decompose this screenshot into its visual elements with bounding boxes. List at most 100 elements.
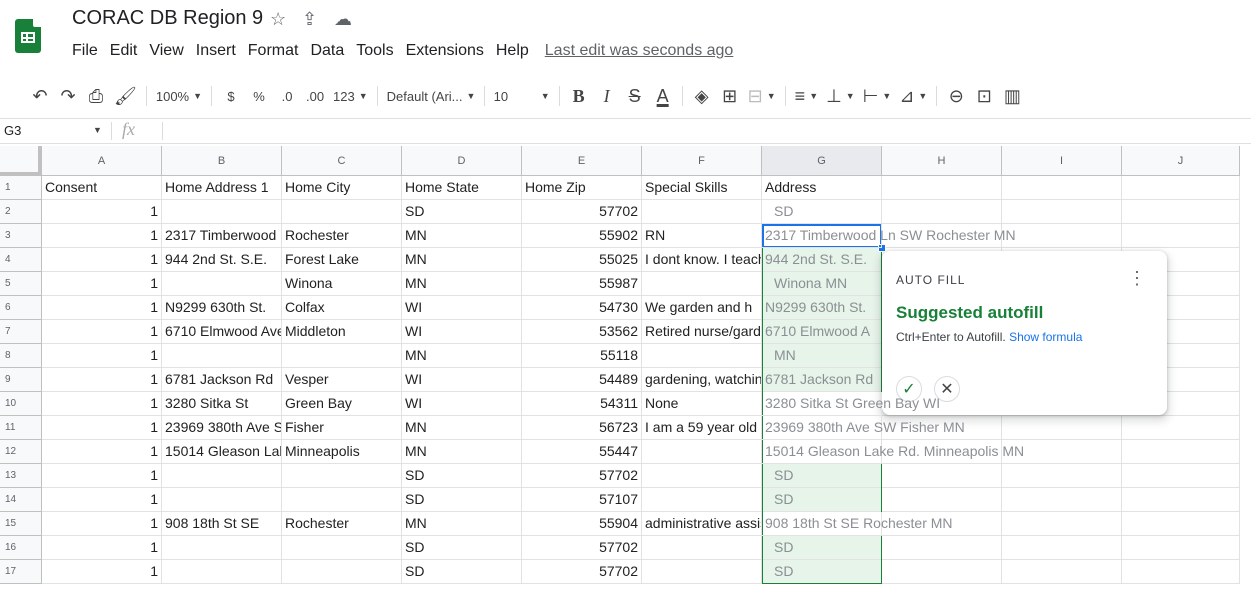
cell-d4[interactable]: MN: [402, 248, 522, 272]
cell-c1[interactable]: Home City: [282, 176, 402, 200]
cell-a4[interactable]: 1: [42, 248, 162, 272]
show-formula-link[interactable]: Show formula: [1009, 330, 1082, 344]
cell-e5[interactable]: 55987: [522, 272, 642, 296]
cell-e16[interactable]: 57702: [522, 536, 642, 560]
row-header-3[interactable]: 3: [0, 224, 42, 248]
fill-color-icon[interactable]: ◈: [688, 82, 716, 110]
cell-a9[interactable]: 1: [42, 368, 162, 392]
cell-e11[interactable]: 56723: [522, 416, 642, 440]
cell-f12[interactable]: [642, 440, 762, 464]
more-formats-select[interactable]: 123 ▼: [329, 82, 372, 110]
column-header-j[interactable]: J: [1122, 146, 1240, 176]
cell-i11[interactable]: [1002, 416, 1122, 440]
cell-b14[interactable]: [162, 488, 282, 512]
cell-c16[interactable]: [282, 536, 402, 560]
cell-b4[interactable]: 944 2nd St. S.E.: [162, 248, 282, 272]
cell-a2[interactable]: 1: [42, 200, 162, 224]
cell-i15[interactable]: [1002, 512, 1122, 536]
menu-view[interactable]: View: [143, 42, 189, 60]
cell-a17[interactable]: 1: [42, 560, 162, 584]
borders-icon[interactable]: ⊞: [716, 82, 744, 110]
cell-d15[interactable]: MN: [402, 512, 522, 536]
cell-g9[interactable]: 6781 Jackson Rd: [762, 368, 882, 392]
cell-d6[interactable]: WI: [402, 296, 522, 320]
cell-a1[interactable]: Consent: [42, 176, 162, 200]
cell-c9[interactable]: Vesper: [282, 368, 402, 392]
cell-j13[interactable]: [1122, 464, 1240, 488]
cell-g5[interactable]: Winona MN: [762, 272, 882, 296]
cell-j17[interactable]: [1122, 560, 1240, 584]
cell-e13[interactable]: 57702: [522, 464, 642, 488]
text-wrapping-icon[interactable]: ⊢ ▼: [859, 82, 896, 110]
cell-f3[interactable]: RN: [642, 224, 762, 248]
column-header-e[interactable]: E: [522, 146, 642, 176]
column-header-b[interactable]: B: [162, 146, 282, 176]
insert-link-icon[interactable]: ⊖: [942, 82, 970, 110]
cell-a5[interactable]: 1: [42, 272, 162, 296]
cell-d13[interactable]: SD: [402, 464, 522, 488]
italic-button[interactable]: I: [593, 82, 621, 110]
insert-comment-icon[interactable]: ⊡: [970, 82, 998, 110]
cell-b5[interactable]: [162, 272, 282, 296]
select-all-corner[interactable]: [0, 146, 42, 176]
increase-decimal-button[interactable]: .00: [301, 82, 329, 110]
cell-d9[interactable]: WI: [402, 368, 522, 392]
cell-a10[interactable]: 1: [42, 392, 162, 416]
cell-f13[interactable]: [642, 464, 762, 488]
cell-d17[interactable]: SD: [402, 560, 522, 584]
decrease-decimal-button[interactable]: .0: [273, 82, 301, 110]
cell-e17[interactable]: 57702: [522, 560, 642, 584]
horizontal-align-icon[interactable]: ≡ ▼: [791, 82, 822, 110]
cell-g12[interactable]: 15014 Gleason Lake Rd. Minneapolis MN: [762, 440, 1024, 464]
row-header-8[interactable]: 8: [0, 344, 42, 368]
cell-f2[interactable]: [642, 200, 762, 224]
row-header-15[interactable]: 15: [0, 512, 42, 536]
menu-insert[interactable]: Insert: [190, 42, 242, 60]
row-header-2[interactable]: 2: [0, 200, 42, 224]
cell-d14[interactable]: SD: [402, 488, 522, 512]
paint-format-icon[interactable]: 🖌: [110, 82, 141, 110]
cell-e7[interactable]: 53562: [522, 320, 642, 344]
cell-b9[interactable]: 6781 Jackson Rd: [162, 368, 282, 392]
cell-c5[interactable]: Winona: [282, 272, 402, 296]
row-header-9[interactable]: 9: [0, 368, 42, 392]
cell-e3[interactable]: 55902: [522, 224, 642, 248]
row-header-4[interactable]: 4: [0, 248, 42, 272]
cell-d7[interactable]: WI: [402, 320, 522, 344]
cell-c15[interactable]: Rochester: [282, 512, 402, 536]
cell-f7[interactable]: Retired nurse/gardener: [642, 320, 762, 344]
cell-f6[interactable]: We garden and h: [642, 296, 762, 320]
cell-f5[interactable]: [642, 272, 762, 296]
zoom-select[interactable]: 100% ▼: [152, 82, 206, 110]
cell-g15[interactable]: 908 18th St SE Rochester MN: [762, 512, 953, 536]
cell-g4[interactable]: 944 2nd St. S.E.: [762, 248, 882, 272]
row-header-12[interactable]: 12: [0, 440, 42, 464]
sheets-logo[interactable]: [15, 19, 41, 53]
cell-c14[interactable]: [282, 488, 402, 512]
cell-c4[interactable]: Forest Lake: [282, 248, 402, 272]
cell-h2[interactable]: [882, 200, 1002, 224]
cell-e1[interactable]: Home Zip: [522, 176, 642, 200]
row-header-7[interactable]: 7: [0, 320, 42, 344]
cell-g1[interactable]: Address: [762, 176, 882, 200]
menu-file[interactable]: File: [72, 42, 104, 60]
cell-i3[interactable]: [1002, 224, 1122, 248]
insert-chart-icon[interactable]: ▥: [998, 82, 1026, 110]
strikethrough-button[interactable]: S: [621, 82, 649, 110]
cell-d11[interactable]: MN: [402, 416, 522, 440]
cell-f1[interactable]: Special Skills: [642, 176, 762, 200]
row-header-17[interactable]: 17: [0, 560, 42, 584]
cell-b12[interactable]: 15014 Gleason Lake Rd.: [162, 440, 282, 464]
cell-a11[interactable]: 1: [42, 416, 162, 440]
last-edit-link[interactable]: Last edit was seconds ago: [545, 42, 734, 60]
column-header-d[interactable]: D: [402, 146, 522, 176]
cell-c7[interactable]: Middleton: [282, 320, 402, 344]
vertical-align-icon[interactable]: ⊥ ▼: [822, 82, 859, 110]
cell-f14[interactable]: [642, 488, 762, 512]
cell-g3[interactable]: 2317 Timberwood Ln SW Rochester MN: [762, 224, 1016, 248]
cell-d2[interactable]: SD: [402, 200, 522, 224]
cell-f16[interactable]: [642, 536, 762, 560]
column-header-h[interactable]: H: [882, 146, 1002, 176]
cell-c2[interactable]: [282, 200, 402, 224]
more-vert-icon[interactable]: ⋮: [1128, 268, 1146, 289]
